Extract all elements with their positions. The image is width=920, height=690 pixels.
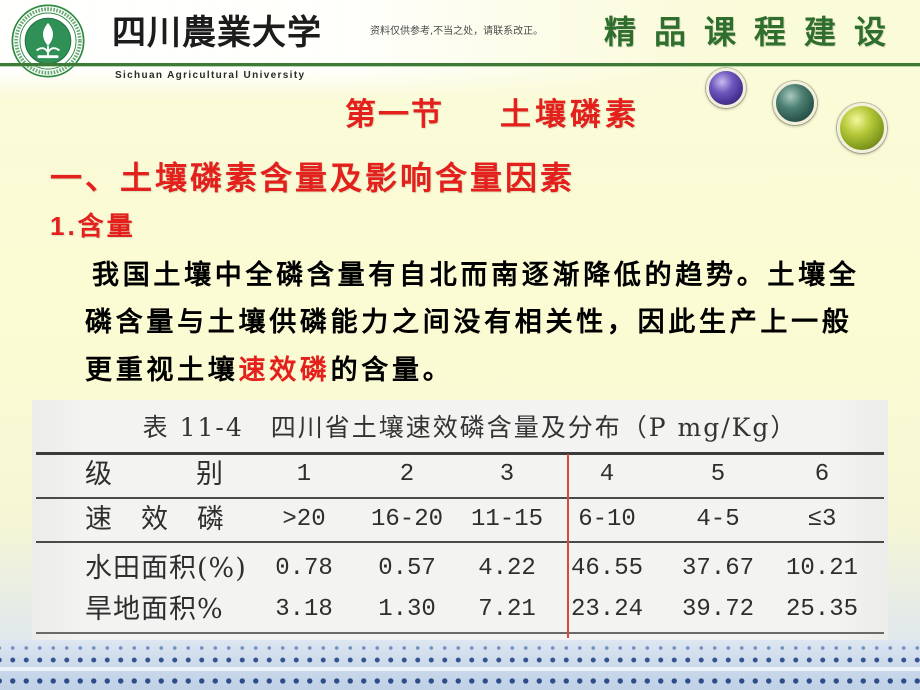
table-cell: 3.18 (275, 596, 333, 623)
table-row: 旱地面积% 3.18 1.30 7.21 23.24 39.72 25.35 (32, 595, 888, 625)
table-cell: 25.35 (785, 596, 858, 623)
footer-stripe (0, 667, 920, 671)
table-cell: 46.55 (570, 555, 643, 582)
table-cell: 1.30 (378, 596, 436, 623)
table-row: 水田面积(%) 0.78 0.57 4.22 46.55 37.67 10.21 (32, 554, 888, 584)
paragraph-highlight: 速效磷 (238, 355, 331, 385)
table-cell: 39.72 (681, 596, 754, 623)
purple-sphere-icon (706, 68, 746, 108)
section-label: 第一节 (345, 97, 444, 132)
table-rule (36, 541, 884, 543)
table-cell: 23.24 (570, 596, 643, 623)
table-header-cell: 2 (399, 461, 415, 488)
dotted-footer-band (0, 640, 920, 690)
university-name-en: Sichuan Agricultural University (115, 70, 306, 81)
table-cell: 7.21 (478, 596, 536, 623)
table-rule (36, 632, 884, 634)
table-row-label: 旱地面积% (85, 594, 224, 625)
table-header-cell: 4 (599, 461, 615, 488)
table-rule (36, 497, 884, 499)
table-header-cell: 5 (710, 461, 726, 488)
paragraph-line-3: 更重视土壤速效磷的含量。 (85, 353, 453, 387)
table-row: 速效磷 >20 16-20 11-15 6-10 4-5 ≤3 (32, 505, 888, 535)
slide-heading: 一、土壤磷素含量及影响含量因素 (50, 160, 576, 196)
paragraph-text: 的含量。 (330, 355, 454, 385)
green-sphere-icon (837, 103, 887, 153)
table-row-label: 速效磷 (85, 504, 253, 535)
table-row-label: 水田面积(%) (85, 553, 247, 584)
section-title: 土壤磷素 (500, 97, 640, 132)
university-seal-icon (11, 4, 85, 78)
table-cell: 37.67 (681, 555, 754, 582)
course-banner: 精品课程建设 (604, 13, 905, 51)
table-cell: 10.21 (785, 555, 858, 582)
table-cell: 11-15 (470, 506, 543, 533)
phosphorus-table: 表 11-4 四川省土壤速效磷含量及分布（P mg/Kg） 级别 1 2 3 4… (32, 400, 888, 642)
footer-dots (0, 643, 920, 653)
footer-dots (0, 673, 920, 689)
table-cell: 16-20 (370, 506, 443, 533)
table-cell: 6-10 (578, 506, 636, 533)
teal-sphere-icon (773, 81, 817, 125)
slide: 四川農業大学 Sichuan Agricultural University 资… (0, 0, 920, 690)
paragraph-text: 更重视土壤 (85, 355, 239, 385)
table-caption: 表 11-4 四川省土壤速效磷含量及分布（P mg/Kg） (142, 413, 798, 442)
disclaimer-notice: 资料仅供参考,不当之处，请联系改正。 (370, 26, 544, 37)
university-name-cn: 四川農業大学 (112, 13, 322, 53)
table-cell: ≤3 (807, 506, 837, 533)
table-cell: 0.78 (275, 555, 333, 582)
slide-subheading: 1.含量 (50, 211, 136, 241)
table-header-row: 级别 1 2 3 4 5 6 (32, 460, 888, 490)
table-header-cell: 6 (814, 461, 830, 488)
paragraph-line-2: 磷含量与土壤供磷能力之间没有相关性，因此生产上一般 (85, 307, 853, 337)
table-cell: >20 (282, 506, 326, 533)
header-rule (0, 63, 920, 66)
paragraph-line-1: 我国土壤中全磷含量有自北而南逐渐降低的趋势。土壤全 (92, 260, 860, 290)
footer-dots (0, 654, 920, 666)
table-rule (36, 452, 884, 455)
table-cell: 4.22 (478, 555, 536, 582)
table-header-cell: 1 (296, 461, 312, 488)
table-cell: 0.57 (378, 555, 436, 582)
table-cell: 4-5 (696, 506, 740, 533)
table-header-cell: 3 (499, 461, 515, 488)
